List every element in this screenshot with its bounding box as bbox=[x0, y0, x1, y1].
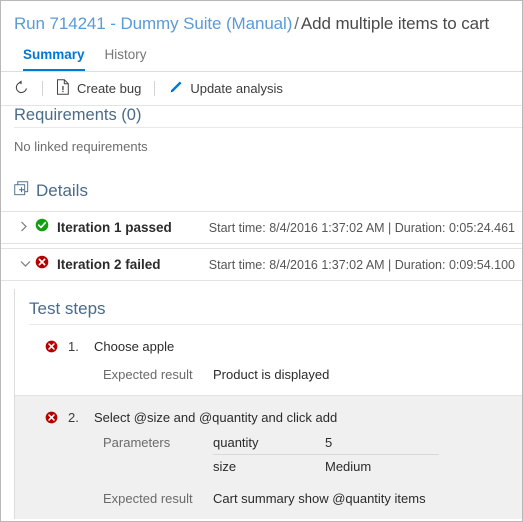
test-step-parameters: Parameters quantity 5 size Medium bbox=[15, 435, 522, 477]
update-analysis-button[interactable]: Update analysis bbox=[168, 78, 283, 100]
test-step-header: 2. Select @size and @quantity and click … bbox=[15, 410, 522, 429]
parameters-table: quantity 5 size Medium bbox=[213, 435, 439, 477]
iteration-list: Iteration 1 passed Start time: 8/4/2016 … bbox=[1, 211, 522, 281]
expected-result-label: Expected result bbox=[103, 367, 193, 382]
parameter-value: Medium bbox=[325, 459, 372, 474]
tab-summary[interactable]: Summary bbox=[23, 47, 85, 71]
details-heading: Details bbox=[36, 181, 88, 200]
bug-document-icon bbox=[56, 79, 70, 98]
expand-all-icon[interactable] bbox=[14, 181, 29, 201]
failed-icon bbox=[45, 340, 58, 358]
parameter-row: quantity 5 bbox=[213, 435, 439, 455]
test-run-summary-page: Run 714241 - Dummy Suite (Manual) / Add mu… bbox=[0, 0, 523, 522]
test-step-action: Choose apple bbox=[94, 339, 175, 354]
tab-history[interactable]: History bbox=[105, 47, 147, 71]
test-step-number: 1. bbox=[68, 339, 79, 354]
refresh-button[interactable] bbox=[14, 78, 29, 100]
passed-icon bbox=[35, 218, 49, 237]
iteration-title: Iteration 1 passed bbox=[57, 220, 172, 235]
chevron-down-icon[interactable] bbox=[20, 260, 31, 270]
parameter-name: quantity bbox=[213, 435, 325, 455]
failed-icon bbox=[45, 411, 58, 429]
test-steps-panel: Test steps 1. Choose apple Expected resu… bbox=[14, 289, 522, 519]
test-step-number: 2. bbox=[68, 410, 79, 425]
requirements-heading: Requirements (0) bbox=[14, 106, 142, 124]
iteration-title: Iteration 2 failed bbox=[57, 257, 161, 272]
expected-result-value: Cart summary show @quantity items bbox=[213, 491, 426, 506]
toolbar-separator-1 bbox=[42, 81, 43, 96]
parameter-name: size bbox=[213, 459, 237, 474]
toolbar-separator-2 bbox=[154, 81, 156, 96]
test-step-header: 1. Choose apple bbox=[15, 339, 522, 358]
details-heading-row[interactable]: Details bbox=[1, 180, 522, 202]
test-step-action: Select @size and @quantity and click add bbox=[94, 410, 338, 425]
parameters-label: Parameters bbox=[103, 435, 171, 450]
chevron-right-icon[interactable] bbox=[20, 221, 31, 234]
breadcrumb: Run 714241 - Dummy Suite (Manual) / Add mu… bbox=[1, 1, 522, 40]
update-analysis-label: Update analysis bbox=[190, 80, 283, 96]
iteration-row-1[interactable]: Iteration 1 passed Start time: 8/4/2016 … bbox=[1, 211, 522, 244]
test-step-row[interactable]: 1. Choose apple Expected result Product … bbox=[15, 325, 522, 395]
pencil-icon bbox=[168, 80, 183, 98]
test-step-row[interactable]: 2. Select @size and @quantity and click … bbox=[15, 395, 522, 519]
iteration-meta: Start time: 8/4/2016 1:37:02 AM | Durati… bbox=[208, 220, 515, 235]
test-step-expected-result: Expected result Cart summary show @quant… bbox=[15, 491, 522, 506]
expected-result-value: Product is displayed bbox=[213, 367, 330, 382]
create-bug-button[interactable]: Create bug bbox=[56, 78, 141, 100]
breadcrumb-run-link[interactable]: Run 714241 - Dummy Suite (Manual) bbox=[14, 14, 292, 33]
pivot-tabs: Summary History bbox=[1, 40, 522, 72]
iteration-meta: Start time: 8/4/2016 1:37:02 AM | Durati… bbox=[208, 257, 515, 272]
parameter-row: size Medium bbox=[213, 455, 439, 478]
requirements-empty-message: No linked requirements bbox=[14, 139, 148, 154]
test-steps-heading: Test steps bbox=[29, 299, 106, 318]
create-bug-label: Create bug bbox=[77, 80, 142, 96]
refresh-icon bbox=[14, 79, 29, 98]
iteration-row-2[interactable]: Iteration 2 failed Start time: 8/4/2016 … bbox=[1, 248, 522, 281]
parameter-value: 5 bbox=[325, 435, 439, 455]
breadcrumb-current-title: Add multiple items to cart bbox=[300, 14, 490, 33]
failed-icon bbox=[35, 255, 49, 274]
toolbar: Create bug Update analysis bbox=[1, 72, 522, 106]
breadcrumb-separator: / bbox=[294, 14, 299, 33]
expected-result-label: Expected result bbox=[103, 491, 193, 506]
test-step-expected-result: Expected result Product is displayed bbox=[15, 367, 522, 382]
